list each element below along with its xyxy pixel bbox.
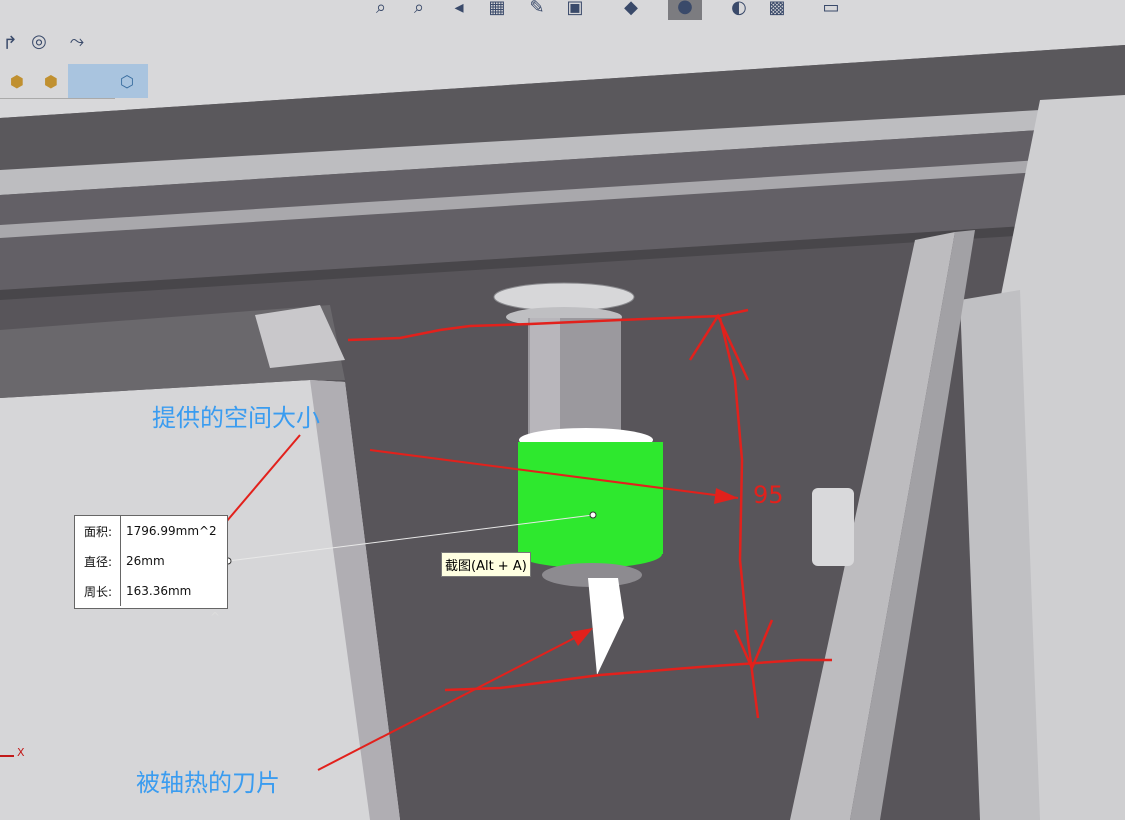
part-icon[interactable]: ⬡ bbox=[68, 64, 148, 98]
bolt-head bbox=[493, 282, 635, 312]
sketch-smart-dimension-icon[interactable]: ⤳ bbox=[62, 26, 92, 56]
side-block bbox=[812, 488, 854, 566]
breadcrumb: ⬢ ⬢ ⬡ bbox=[0, 64, 148, 98]
section-view-icon[interactable]: ▦ bbox=[482, 0, 512, 22]
leader-endpoint bbox=[589, 511, 597, 519]
measure-row-area: 面积: 1796.99mm^2 bbox=[75, 516, 227, 546]
target-icon[interactable]: ◎ bbox=[24, 26, 54, 56]
measure-result-box: 面积: 1796.99mm^2 直径: 26mm 周长: 163.36mm bbox=[74, 515, 228, 609]
view-settings-icon[interactable]: ▭ bbox=[816, 0, 846, 22]
redo-icon[interactable]: ↱ bbox=[0, 28, 20, 58]
display-style-icon[interactable]: ◆ bbox=[616, 0, 646, 22]
hide-show-icon[interactable]: ● bbox=[668, 0, 702, 20]
space-size-label: 提供的空间大小 bbox=[152, 404, 320, 432]
apply-scene-icon[interactable]: ▩ bbox=[762, 0, 792, 22]
previous-view-icon[interactable]: ◂ bbox=[444, 0, 474, 22]
measure-key-perimeter: 周长: bbox=[75, 576, 121, 606]
edit-appearance-icon[interactable]: ◐ bbox=[724, 0, 754, 22]
measure-row-diameter: 直径: 26mm bbox=[75, 546, 227, 576]
measure-value-perimeter: 163.36mm bbox=[126, 584, 192, 598]
measure-row-perimeter: 周长: 163.36mm bbox=[75, 576, 227, 606]
triad-x-label: X bbox=[17, 746, 25, 759]
collapse-caret-icon[interactable]: ^ bbox=[210, 610, 220, 624]
view-orientation-icon[interactable]: ▣ bbox=[560, 0, 590, 22]
highlighted-cylinder[interactable] bbox=[518, 442, 663, 554]
top-toolbar: ↱ ◎ ⤳ ⌕ ⌕ ◂ ▦ ✎ ▣ ◆ ● ◐ ▩ ▭ ⬢ ⬢ ⬡ bbox=[0, 0, 1125, 110]
toolbar-divider bbox=[0, 98, 115, 99]
dimension-value-label: 95 bbox=[753, 481, 784, 509]
assembly-icon[interactable]: ⬢ bbox=[0, 64, 34, 98]
measure-value-area: 1796.99mm^2 bbox=[126, 524, 217, 538]
blade-label: 被轴热的刀片 bbox=[136, 769, 280, 797]
screenshot-tooltip: 截图(Alt + A) bbox=[441, 552, 531, 577]
measure-key-area: 面积: bbox=[75, 516, 121, 546]
subassembly-icon[interactable]: ⬢ bbox=[34, 64, 68, 98]
measure-key-diameter: 直径: bbox=[75, 546, 121, 576]
bolt-shank-highlight bbox=[530, 318, 560, 438]
zoom-to-fit-icon[interactable]: ⌕ bbox=[366, 0, 396, 22]
measure-value-diameter: 26mm bbox=[126, 554, 165, 568]
zoom-area-icon[interactable]: ⌕ bbox=[404, 0, 434, 22]
dynamic-annotation-icon[interactable]: ✎ bbox=[522, 0, 552, 22]
